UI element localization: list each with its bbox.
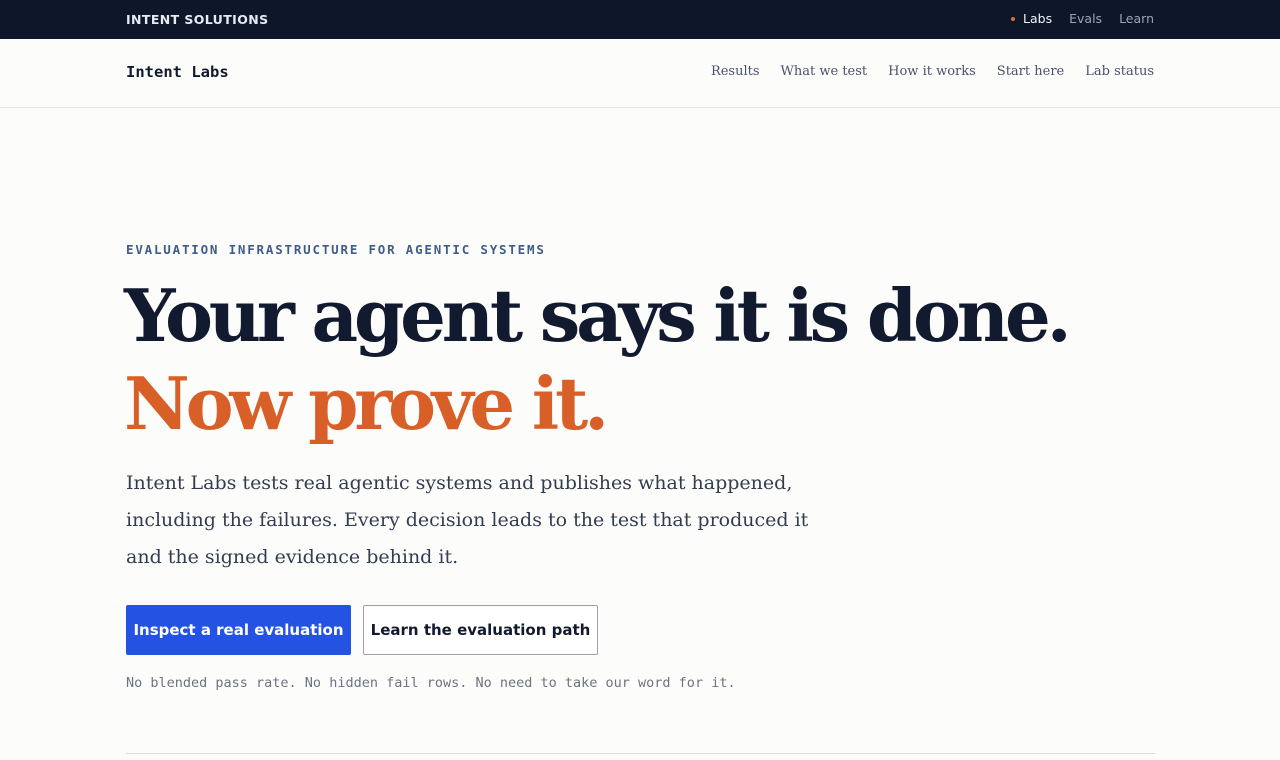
site-link-learn[interactable]: Learn — [1119, 11, 1154, 26]
site-link-evals[interactable]: Evals — [1069, 11, 1102, 26]
section-divider — [126, 753, 1155, 754]
nav-what-we-test[interactable]: What we test — [781, 64, 868, 79]
hero-footnote: No blended pass rate. No hidden fail row… — [126, 675, 736, 691]
hero-eyebrow: EVALUATION INFRASTRUCTURE FOR AGENTIC SY… — [126, 242, 546, 257]
nav-start-here[interactable]: Start here — [997, 64, 1064, 79]
primary-nav: Results What we test How it works Start … — [711, 64, 1154, 79]
site-link-labs[interactable]: Labs — [1011, 11, 1052, 26]
hero-headline-line2: Now prove it. — [124, 361, 609, 446]
active-dot-icon — [1011, 16, 1016, 21]
nav-lab-status[interactable]: Lab status — [1085, 64, 1154, 79]
hero-headline-line1: Your agent says it is done. — [124, 273, 1072, 358]
inspect-evaluation-button[interactable]: Inspect a real evaluation — [126, 605, 351, 655]
site-logo[interactable]: Intent Labs — [126, 63, 229, 81]
company-brand[interactable]: INTENT SOLUTIONS — [126, 12, 268, 27]
nav-how-it-works[interactable]: How it works — [888, 64, 976, 79]
top-utility-bar: INTENT SOLUTIONS Labs Evals Learn — [0, 0, 1280, 39]
hero-lede: Intent Labs tests real agentic systems a… — [126, 472, 809, 568]
nav-results[interactable]: Results — [711, 64, 760, 79]
learn-evaluation-path-button[interactable]: Learn the evaluation path — [363, 605, 598, 655]
site-switcher: Labs Evals Learn — [1011, 11, 1154, 26]
site-link-label: Labs — [1023, 11, 1053, 26]
main-navbar: Intent Labs Results What we test How it … — [0, 39, 1280, 108]
